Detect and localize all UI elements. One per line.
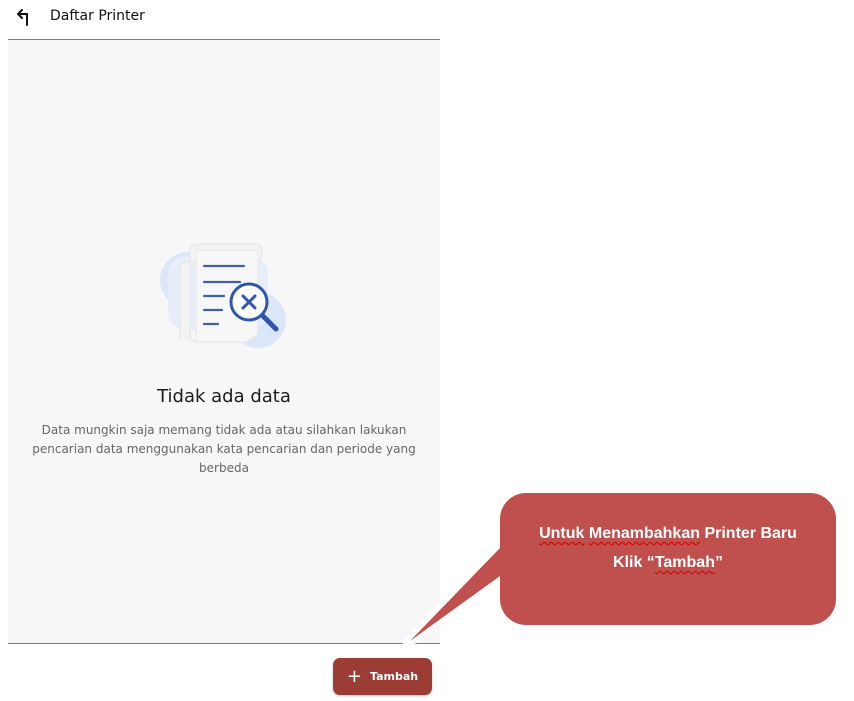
add-button-label: Tambah [369, 670, 419, 683]
callout-line-2-suffix: ” [714, 554, 723, 571]
callout-line-2-prefix: Klik “ [613, 554, 655, 571]
empty-state-title: Tidak ada data [157, 386, 291, 407]
plus-icon: + [346, 665, 362, 687]
back-arrow-icon[interactable] [16, 6, 40, 28]
add-printer-button[interactable]: + Tambah [333, 658, 432, 695]
callout-text: Untuk Menambahkan Printer Baru Klik “Tam… [504, 519, 832, 577]
callout-word-untuk: Untuk [539, 525, 585, 542]
empty-state-panel: Tidak ada data Data mungkin saja memang … [8, 40, 440, 644]
callout-word-menambahkan: Menambahkan [588, 525, 700, 542]
page-title: Daftar Printer [50, 8, 145, 24]
document-search-x-icon [160, 243, 286, 348]
callout-line-1: Untuk Menambahkan Printer Baru [504, 519, 832, 548]
empty-state-description: Data mungkin saja memang tidak ada atau … [32, 423, 416, 475]
callout-line-2: Klik “Tambah” [504, 548, 832, 577]
app-header: Daftar Printer [8, 0, 440, 40]
callout-line-1-rest: Printer Baru [700, 525, 797, 542]
callout-word-tambah: Tambah [654, 554, 715, 571]
